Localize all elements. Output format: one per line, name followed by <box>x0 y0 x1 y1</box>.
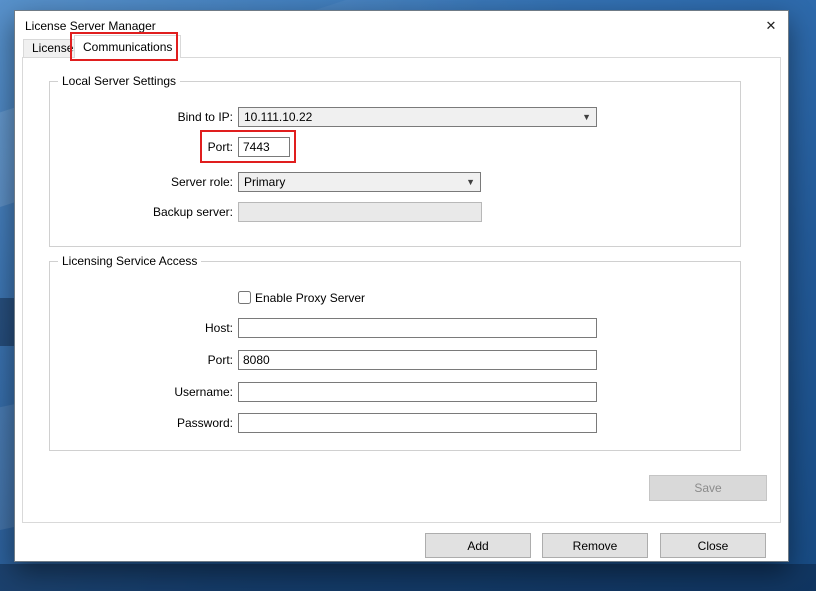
host-input[interactable] <box>238 318 597 338</box>
chevron-down-icon: ▼ <box>582 113 591 122</box>
enable-proxy-checkbox[interactable] <box>238 291 251 304</box>
server-role-label: Server role: <box>75 174 233 190</box>
save-button: Save <box>649 475 767 501</box>
enable-proxy-label: Enable Proxy Server <box>255 290 365 306</box>
tab-communications[interactable]: Communications <box>74 35 181 58</box>
close-icon: ✕ <box>766 18 777 34</box>
wallpaper-shade <box>0 298 15 346</box>
backup-server-input <box>238 202 482 222</box>
username-label: Username: <box>75 384 233 400</box>
window-title: License Server Manager <box>25 19 156 33</box>
remove-button[interactable]: Remove <box>542 533 648 558</box>
proxy-port-input[interactable] <box>238 350 597 370</box>
wallpaper-bottom-band <box>0 564 816 591</box>
proxy-port-label: Port: <box>75 352 233 368</box>
chevron-down-icon: ▼ <box>466 178 475 187</box>
port-input[interactable] <box>238 137 290 157</box>
port-label: Port: <box>75 139 233 155</box>
username-input[interactable] <box>238 382 597 402</box>
local-server-settings-legend: Local Server Settings <box>58 74 180 88</box>
local-server-settings-group: Local Server Settings <box>49 81 741 247</box>
add-button[interactable]: Add <box>425 533 531 558</box>
password-label: Password: <box>75 415 233 431</box>
backup-server-label: Backup server: <box>75 204 233 220</box>
server-role-select[interactable]: Primary ▼ <box>238 172 481 192</box>
server-role-value: Primary <box>244 175 285 189</box>
password-input[interactable] <box>238 413 597 433</box>
host-label: Host: <box>75 320 233 336</box>
window-close-button[interactable]: ✕ <box>760 16 782 36</box>
bind-to-ip-label: Bind to IP: <box>75 109 233 125</box>
close-button[interactable]: Close <box>660 533 766 558</box>
license-server-manager-dialog: License Server Manager ✕ Licenses Commun… <box>14 10 789 562</box>
bind-to-ip-select[interactable]: 10.111.10.22 ▼ <box>238 107 597 127</box>
bind-to-ip-value: 10.111.10.22 <box>244 110 312 124</box>
licensing-service-access-legend: Licensing Service Access <box>58 254 201 268</box>
